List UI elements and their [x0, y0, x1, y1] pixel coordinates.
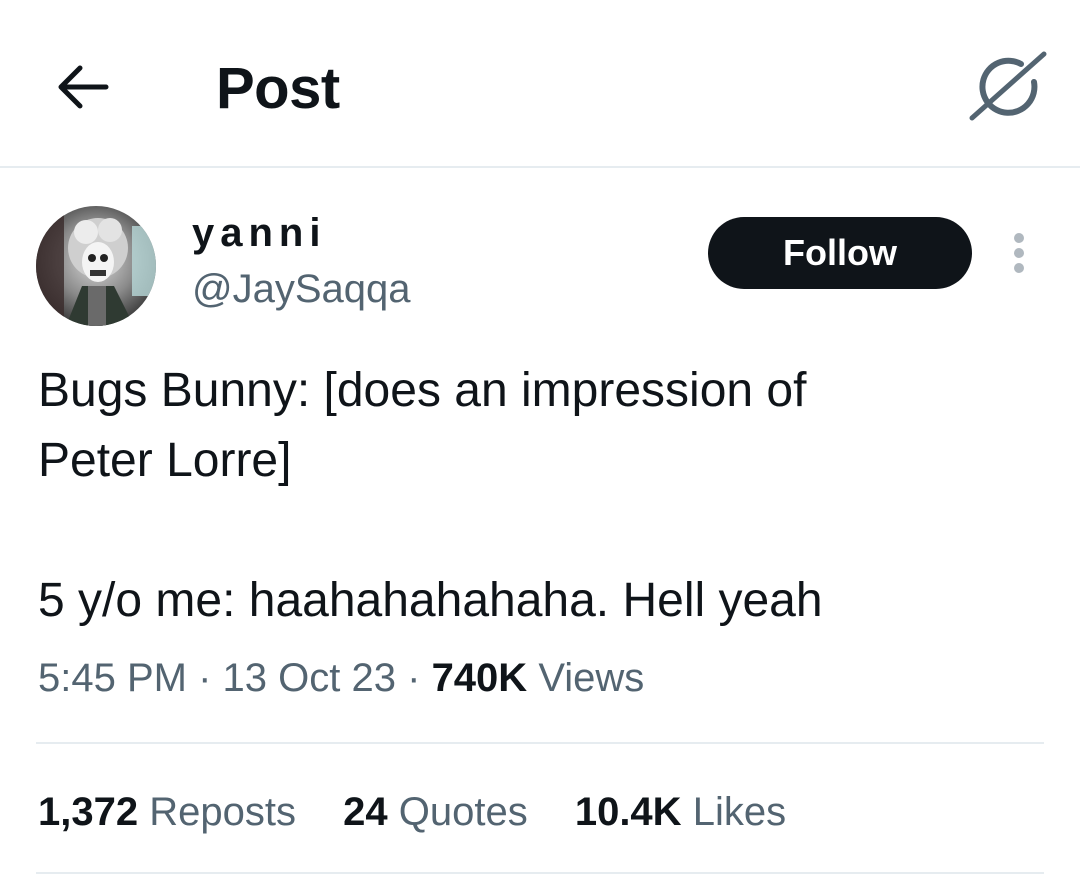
post-time[interactable]: 5:45 PM — [38, 656, 187, 700]
quotes-label: Quotes — [398, 790, 528, 834]
page-title: Post — [216, 56, 340, 121]
likes-label: Likes — [692, 790, 787, 834]
views-label: Views — [538, 656, 645, 700]
user-handle[interactable]: @JaySaqqa — [192, 266, 411, 312]
separator: · — [198, 656, 212, 700]
engagement-stats: 1,372 Reposts 24 Quotes 10.4K Likes — [38, 786, 822, 838]
quotes-count: 24 — [343, 790, 388, 834]
likes-stat[interactable]: 10.4K Likes — [575, 786, 786, 838]
more-vertical-icon[interactable] — [1004, 230, 1034, 278]
reposts-count: 1,372 — [38, 790, 139, 834]
avatar[interactable] — [36, 206, 156, 326]
display-name[interactable]: yanni — [192, 210, 326, 256]
follow-button[interactable]: Follow — [708, 217, 972, 289]
separator: · — [407, 656, 421, 700]
tweet-text: Bugs Bunny: [does an impression of Peter… — [38, 364, 823, 627]
views-count: 740K — [431, 656, 528, 700]
post-date[interactable]: 13 Oct 23 — [223, 656, 396, 700]
quotes-stat[interactable]: 24 Quotes — [343, 786, 528, 838]
likes-count: 10.4K — [574, 790, 682, 834]
divider — [36, 872, 1044, 874]
divider — [36, 742, 1044, 744]
grok-icon[interactable] — [966, 48, 1050, 124]
arrow-left-icon[interactable] — [52, 56, 114, 118]
reposts-label: Reposts — [149, 790, 296, 834]
reposts-stat[interactable]: 1,372 Reposts — [38, 786, 296, 838]
top-bar: Post — [0, 0, 1080, 168]
tweet-metadata: 5:45 PM · 13 Oct 23 · 740K Views — [38, 652, 644, 704]
